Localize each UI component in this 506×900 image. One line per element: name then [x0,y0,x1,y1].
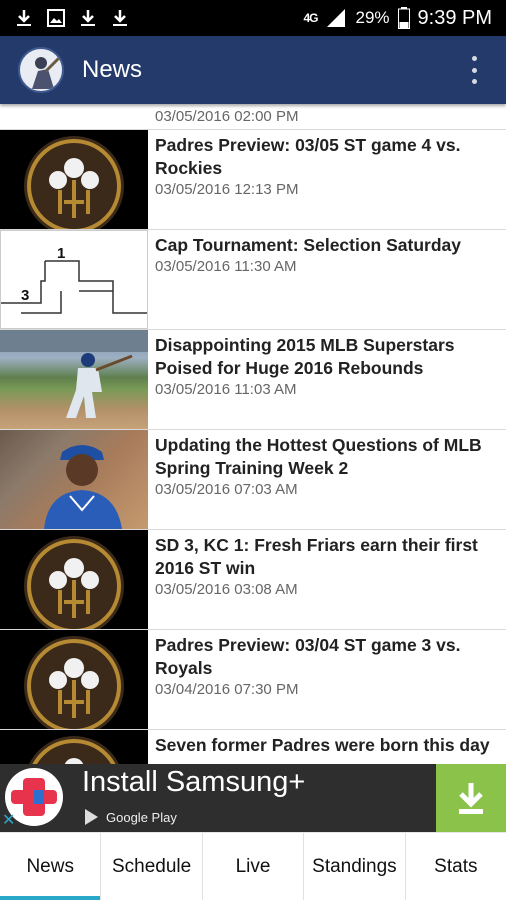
bracket-thumbnail: 1 3 [0,230,148,329]
page-title: News [82,56,143,83]
download-icon [81,10,95,26]
clock: 9:39 PM [417,6,492,29]
bracket-icon: 1 3 [1,245,147,314]
network-type: 4G [303,11,318,25]
status-bar: 4G 29% 9:39 PM [0,0,506,36]
battery-icon [397,7,410,29]
tab-news[interactable]: News [0,833,102,900]
news-date: 03/05/2016 07:03 AM [155,481,298,498]
ad-store: Google Play [82,808,177,826]
play-store-icon [85,809,98,825]
news-date: 03/04/2016 07:30 PM [155,681,299,698]
bottom-tabs: News Schedule Live Standings Stats [0,832,506,900]
batter-photo-thumbnail [0,330,148,429]
news-title: SD 3, KC 1: Fresh Friars earn their firs… [155,535,478,578]
tab-stats[interactable]: Stats [406,833,506,900]
bracket-number: 1 [57,245,65,262]
signal-icon [327,9,346,27]
tab-label: News [26,855,74,877]
list-item[interactable]: 1 3 Cap Tournament: Selection Saturday 0… [0,230,506,330]
pitcher-photo-thumbnail [0,430,148,529]
news-title: Seven former Padres were born this day [155,735,490,755]
news-title: Updating the Hottest Questions of MLB Sp… [155,435,482,478]
ad-store-label: Google Play [106,809,177,825]
padres-logo-thumbnail [0,130,148,229]
padres-logo-icon [24,636,124,729]
list-item[interactable]: 03/05/2016 02:00 PM [0,104,506,130]
list-item[interactable]: Disappointing 2015 MLB Superstars Poised… [0,330,506,430]
list-item[interactable]: Updating the Hottest Questions of MLB Sp… [0,430,506,530]
list-item[interactable]: Padres Preview: 03/04 ST game 3 vs. Roya… [0,630,506,730]
ad-download-button[interactable] [436,764,506,832]
list-item[interactable]: SD 3, KC 1: Fresh Friars earn their firs… [0,530,506,630]
download-icon [113,10,127,26]
news-date: 03/05/2016 03:08 AM [155,581,298,598]
more-vert-icon[interactable] [470,56,478,84]
news-list[interactable]: 03/05/2016 02:00 PM Padres Preview: 03/0… [0,104,506,764]
bracket-number: 3 [21,287,29,304]
tab-label: Standings [312,855,397,877]
padres-logo-icon [24,536,124,629]
tab-live[interactable]: Live [203,833,305,900]
news-date: 03/05/2016 11:03 AM [155,381,297,398]
news-date: 03/05/2016 12:13 PM [155,181,299,198]
ad-banner[interactable]: Install Samsung+ Google Play ✕ [0,764,506,832]
app-bar: News [0,36,506,104]
battery-percent: 29% [355,8,390,27]
tab-standings[interactable]: Standings [304,833,406,900]
padres-logo-thumbnail [0,630,148,729]
download-icon [17,10,31,26]
pitcher-photo-icon [44,445,122,529]
padres-logo-thumbnail [0,730,148,764]
list-item[interactable]: Seven former Padres were born this day [0,730,506,764]
news-title: Padres Preview: 03/05 ST game 4 vs. Rock… [155,135,461,178]
news-title: Cap Tournament: Selection Saturday [155,235,461,255]
news-date: 03/05/2016 02:00 PM [155,108,299,125]
news-title: Padres Preview: 03/04 ST game 3 vs. Roya… [155,635,461,678]
ad-close-icon[interactable]: ✕ [2,810,15,830]
app-logo-icon[interactable] [18,47,64,93]
tab-label: Stats [434,855,478,877]
tab-label: Live [235,855,271,877]
tab-schedule[interactable]: Schedule [101,833,203,900]
tab-label: Schedule [111,855,192,877]
screen: 4G 29% 9:39 PM News 03/05/2016 02:00 PM [0,0,506,900]
news-date: 03/05/2016 11:30 AM [155,258,297,275]
download-icon [459,783,483,814]
padres-logo-thumbnail [0,530,148,629]
news-title: Disappointing 2015 MLB Superstars Poised… [155,335,455,378]
padres-logo-icon [29,736,119,764]
batter-photo-icon [0,330,148,418]
ad-title: Install Samsung+ [82,766,306,798]
image-icon [47,9,65,27]
padres-logo-icon [24,136,124,229]
list-item[interactable]: Padres Preview: 03/05 ST game 4 vs. Rock… [0,130,506,230]
